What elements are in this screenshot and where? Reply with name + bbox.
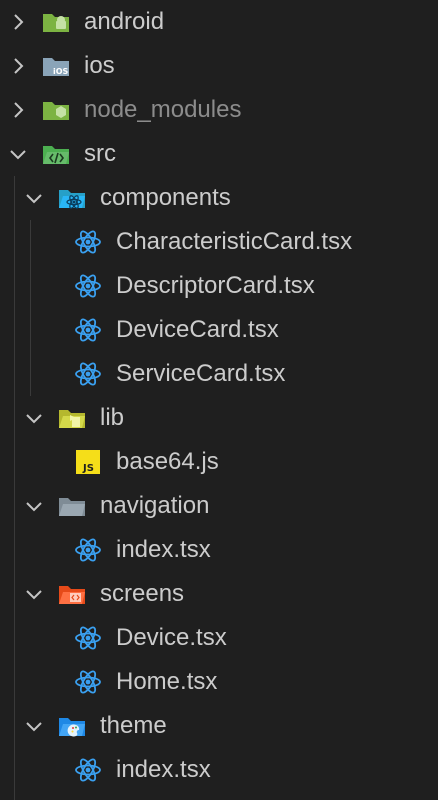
lib-folder-icon [58,404,86,432]
folder-label: android [84,8,165,35]
folder-label: node_modules [84,96,242,123]
chevron-down-icon [22,186,46,210]
file-device-screen[interactable]: Device.tsx [0,616,438,660]
file-navigation-index[interactable]: index.tsx [0,528,438,572]
file-label: Device.tsx [116,624,227,651]
folder-screens[interactable]: screens [0,572,438,616]
folder-label: src [84,140,116,167]
chevron-down-icon [22,582,46,606]
file-label: Home.tsx [116,668,218,695]
file-theme-index[interactable]: index.tsx [0,748,438,792]
chevron-down-icon [6,142,30,166]
android-folder-icon [42,8,70,36]
react-tsx-file-icon [74,360,102,388]
react-tsx-file-icon [74,228,102,256]
file-home-screen[interactable]: Home.tsx [0,660,438,704]
react-tsx-file-icon [74,272,102,300]
folder-src[interactable]: src [0,132,438,176]
chevron-down-icon [22,494,46,518]
folder-lib[interactable]: lib [0,396,438,440]
javascript-file-icon: JS [74,448,102,476]
react-tsx-file-icon [74,756,102,784]
file-label: DeviceCard.tsx [116,316,279,343]
folder-label: lib [100,404,125,431]
folder-label: navigation [100,492,210,519]
file-label: base64.js [116,448,219,475]
chevron-right-icon [6,98,30,122]
ios-folder-icon: iOS [42,52,70,80]
file-label: CharacteristicCard.tsx [116,228,353,255]
svg-text:iOS: iOS [53,67,69,76]
file-characteristic-card[interactable]: CharacteristicCard.tsx [0,220,438,264]
folder-label: screens [100,580,185,607]
file-descriptor-card[interactable]: DescriptorCard.tsx [0,264,438,308]
node-folder-icon [42,96,70,124]
react-tsx-file-icon [74,536,102,564]
react-components-folder-icon [58,184,86,212]
file-device-card[interactable]: DeviceCard.tsx [0,308,438,352]
file-label: index.tsx [116,756,211,783]
react-tsx-file-icon [74,316,102,344]
file-label: ServiceCard.tsx [116,360,286,387]
chevron-down-icon [22,714,46,738]
file-label: DescriptorCard.tsx [116,272,315,299]
folder-label: components [100,184,231,211]
theme-folder-icon [58,712,86,740]
chevron-down-icon [22,406,46,430]
folder-android[interactable]: android [0,0,438,44]
folder-label: ios [84,52,115,79]
react-tsx-file-icon [74,668,102,696]
src-folder-icon [42,140,70,168]
file-base64-js[interactable]: JS base64.js [0,440,438,484]
chevron-right-icon [6,54,30,78]
folder-components[interactable]: components [0,176,438,220]
screens-folder-icon [58,580,86,608]
navigation-folder-icon [58,492,86,520]
file-explorer-tree: android iOS ios node_modules src compone… [0,0,438,800]
chevron-right-icon [6,10,30,34]
file-service-card[interactable]: ServiceCard.tsx [0,352,438,396]
folder-node-modules[interactable]: node_modules [0,88,438,132]
file-label: index.tsx [116,536,211,563]
folder-ios[interactable]: iOS ios [0,44,438,88]
react-tsx-file-icon [74,624,102,652]
folder-label: theme [100,712,167,739]
folder-navigation[interactable]: navigation [0,484,438,528]
folder-theme[interactable]: theme [0,704,438,748]
svg-text:JS: JS [82,463,94,474]
